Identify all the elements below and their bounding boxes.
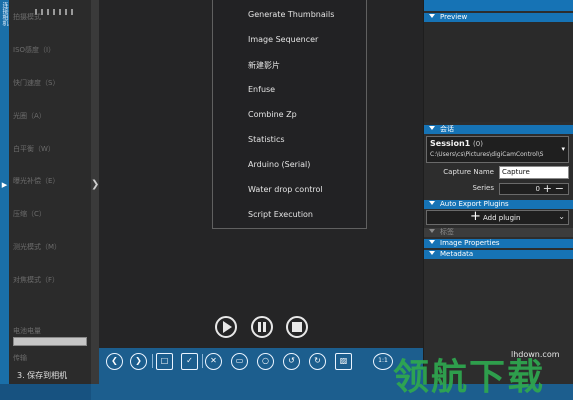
left-tab-strip[interactable] — [0, 0, 9, 400]
stop-button[interactable] — [286, 316, 308, 338]
preview-title: Preview — [440, 13, 468, 21]
metadata-title: Metadata — [440, 250, 474, 258]
top-blank-header — [424, 0, 573, 11]
menu-item-statistics[interactable]: Statistics — [248, 135, 285, 144]
menu-item-script-execution[interactable]: Script Execution — [248, 210, 313, 219]
collapse-icon — [429, 14, 435, 18]
add-plugin-label: Add plugin — [483, 214, 521, 222]
setting-iso[interactable]: ISO感度（I） — [13, 45, 55, 55]
pause-icon — [258, 322, 261, 332]
plus-icon[interactable]: + — [543, 182, 552, 195]
menu-item-new-movie[interactable]: 新建影片 — [248, 60, 280, 71]
metadata-header[interactable]: Metadata — [424, 250, 573, 259]
site-watermark: 领航下载 lhdown.com — [393, 344, 573, 400]
setting-white-balance[interactable]: 白平衡（W） — [13, 144, 55, 154]
preview-area — [424, 22, 573, 122]
session-title: 会话 — [440, 125, 454, 133]
menu-item-arduino-serial[interactable]: Arduino (Serial) — [248, 160, 310, 169]
setting-shooting-mode[interactable]: 拍摄模式 — [13, 12, 41, 22]
setting-exposure-compensation[interactable]: 曝光补偿（E） — [13, 176, 59, 186]
session-count: (0) — [473, 140, 483, 148]
collapse-icon — [429, 251, 435, 255]
collapse-icon — [429, 240, 435, 244]
bottom-toolbar: ❮ ❯ □ ✓ ✕ ▭ ○ ↺ ↻ ▨ 1:1 — [99, 348, 423, 384]
battery-label: 电池电量 — [13, 327, 41, 335]
preview-header[interactable]: Preview — [424, 13, 573, 22]
rotate-left-icon[interactable]: ↺ — [283, 353, 300, 370]
setting-compression[interactable]: 压缩（C） — [13, 209, 46, 219]
image-properties-header[interactable]: Image Properties — [424, 239, 573, 248]
chevron-down-icon[interactable]: ⌄ — [558, 212, 565, 221]
dropdown-caret-icon[interactable]: ▾ — [561, 145, 565, 153]
next-image-icon[interactable]: ❯ — [130, 353, 147, 370]
session-path: C:\Users\cs\Pictures\digiCamControl\S — [430, 151, 544, 158]
setting-aperture[interactable]: 光圈（A） — [13, 111, 46, 121]
select-frame-icon[interactable]: □ — [156, 353, 173, 370]
image-view-icon[interactable]: ▨ — [335, 353, 352, 370]
plugins-dropdown-menu: Generate Thumbnails Image Sequencer 新建影片… — [212, 0, 367, 229]
transfer-label: 传输 — [13, 354, 27, 362]
tags-header[interactable]: 标签 — [424, 228, 573, 237]
auto-export-title: Auto Export Plugins — [440, 200, 509, 208]
setting-shutter-speed[interactable]: 快门速度（S） — [13, 78, 59, 88]
setting-metering-mode[interactable]: 测光模式（M） — [13, 242, 61, 252]
expand-left-arrow-icon[interactable]: ▸ — [0, 178, 9, 192]
auto-export-header[interactable]: Auto Export Plugins — [424, 200, 573, 209]
collapse-icon — [429, 229, 435, 233]
watermark-url: lhdown.com — [511, 350, 560, 359]
collapse-arrow-icon[interactable]: ❯ — [91, 178, 99, 192]
camera-settings-panel: 拍摄模式 ISO感度（I） 快门速度（S） 光圈（A） 白平衡（W） 曝光补偿（… — [9, 0, 91, 384]
add-icon: + — [470, 209, 481, 224]
session-name: Session1 — [430, 139, 471, 148]
setting-focus-mode[interactable]: 对焦模式（F） — [13, 275, 59, 285]
menu-item-combine-zp[interactable]: Combine Zp — [248, 110, 297, 119]
rotate-right-icon[interactable]: ↻ — [309, 353, 326, 370]
mode-indicator-dots — [35, 0, 81, 15]
play-icon — [223, 321, 232, 333]
pause-button[interactable] — [251, 316, 273, 338]
previous-image-icon[interactable]: ❮ — [106, 353, 123, 370]
capture-name-label: Capture Name — [443, 168, 494, 176]
checkbox-icon[interactable]: ✓ — [181, 353, 198, 370]
stop-icon — [292, 322, 302, 332]
collapse-icon — [429, 201, 435, 205]
clear-icon[interactable]: ○ — [257, 353, 274, 370]
menu-item-generate-thumbnails[interactable]: Generate Thumbnails — [248, 10, 334, 19]
minus-icon[interactable]: − — [555, 182, 564, 195]
connect-camera-tab-label[interactable]: 连接相机 — [0, 2, 9, 38]
save-to-camera-row[interactable]: 3. 保存到相机 — [9, 364, 91, 384]
series-value: 0 — [535, 185, 540, 193]
zoom-one-to-one-button[interactable]: 1:1 — [373, 353, 393, 370]
menu-item-image-sequencer[interactable]: Image Sequencer — [248, 35, 318, 44]
image-properties-title: Image Properties — [440, 239, 500, 247]
panel-splitter[interactable] — [91, 0, 99, 384]
bottom-status-left — [0, 384, 91, 400]
open-folder-icon[interactable]: ▭ — [231, 353, 248, 370]
play-button[interactable] — [215, 316, 237, 338]
battery-level-bar — [13, 337, 87, 346]
session-header[interactable]: 会话 — [424, 125, 573, 134]
save-to-camera-label[interactable]: 3. 保存到相机 — [17, 370, 67, 381]
menu-item-enfuse[interactable]: Enfuse — [248, 85, 275, 94]
series-label: Series — [472, 184, 494, 192]
capture-name-input[interactable]: Capture — [499, 166, 569, 179]
collapse-icon — [429, 126, 435, 130]
delete-trash-icon[interactable]: ✕ — [205, 353, 222, 370]
tags-title: 标签 — [440, 228, 454, 236]
add-plugin-button[interactable]: + Add plugin ⌄ — [426, 210, 569, 225]
menu-item-water-drop-control[interactable]: Water drop control — [248, 185, 323, 194]
series-stepper[interactable]: 0 + − — [499, 182, 569, 195]
session-selector[interactable]: Session1 (0) C:\Users\cs\Pictures\digiCa… — [426, 136, 569, 163]
